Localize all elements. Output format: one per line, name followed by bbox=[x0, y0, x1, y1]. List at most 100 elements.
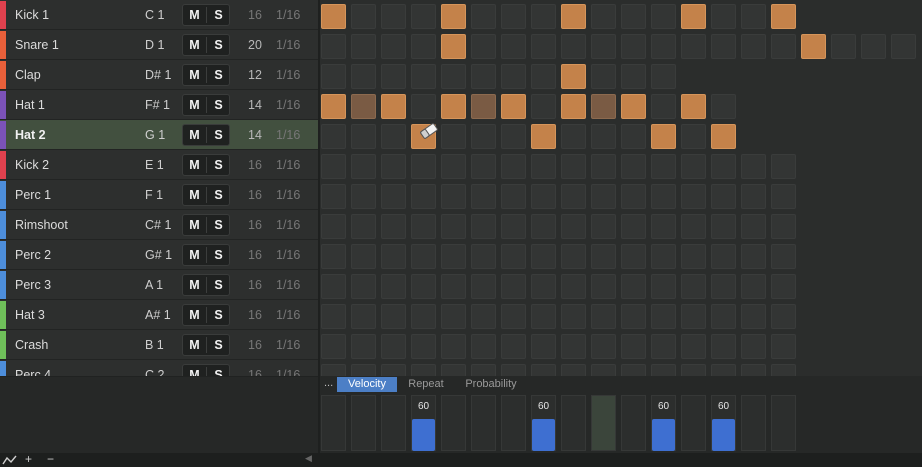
step-off[interactable] bbox=[651, 304, 676, 329]
step-off[interactable] bbox=[741, 364, 766, 376]
track-length[interactable]: 20 bbox=[246, 38, 264, 52]
track-note[interactable]: B 1 bbox=[145, 338, 164, 352]
step-off[interactable] bbox=[321, 334, 346, 359]
mute-button[interactable]: M bbox=[183, 68, 206, 82]
step-off[interactable] bbox=[351, 64, 376, 89]
step-off[interactable] bbox=[561, 244, 586, 269]
step-off[interactable] bbox=[651, 334, 676, 359]
step-off[interactable] bbox=[621, 34, 646, 59]
step-off[interactable] bbox=[441, 304, 466, 329]
track-resolution[interactable]: 1/16 bbox=[276, 68, 300, 82]
step-off[interactable] bbox=[471, 64, 496, 89]
step-on[interactable] bbox=[441, 4, 466, 29]
step-off[interactable] bbox=[441, 214, 466, 239]
step-off[interactable] bbox=[321, 154, 346, 179]
solo-button[interactable]: S bbox=[207, 278, 230, 292]
step-off[interactable] bbox=[621, 4, 646, 29]
velocity-slot[interactable] bbox=[591, 395, 616, 451]
mute-button[interactable]: M bbox=[183, 308, 206, 322]
step-off[interactable] bbox=[381, 304, 406, 329]
step-grid[interactable] bbox=[320, 0, 922, 376]
step-off[interactable] bbox=[531, 64, 556, 89]
step-off[interactable] bbox=[321, 214, 346, 239]
step-off[interactable] bbox=[351, 4, 376, 29]
step-off[interactable] bbox=[711, 304, 736, 329]
step-off[interactable] bbox=[471, 154, 496, 179]
step-on[interactable] bbox=[801, 34, 826, 59]
track-length[interactable]: 16 bbox=[246, 308, 264, 322]
step-off[interactable] bbox=[501, 34, 526, 59]
solo-button[interactable]: S bbox=[207, 308, 230, 322]
track-row[interactable]: Kick 2 E 1 M S 16 1/16 bbox=[0, 150, 318, 180]
step-off[interactable] bbox=[471, 244, 496, 269]
track-resolution[interactable]: 1/16 bbox=[276, 98, 300, 112]
step-off[interactable] bbox=[501, 244, 526, 269]
track-note[interactable]: C 2 bbox=[145, 368, 164, 376]
step-off[interactable] bbox=[441, 364, 466, 376]
step-off[interactable] bbox=[741, 214, 766, 239]
step-off[interactable] bbox=[711, 4, 736, 29]
step-off[interactable] bbox=[411, 154, 436, 179]
step-on[interactable] bbox=[621, 94, 646, 119]
step-off[interactable] bbox=[561, 124, 586, 149]
solo-button[interactable]: S bbox=[207, 38, 230, 52]
step-off[interactable] bbox=[681, 154, 706, 179]
step-off[interactable] bbox=[741, 244, 766, 269]
step-off[interactable] bbox=[381, 244, 406, 269]
step-off[interactable] bbox=[711, 334, 736, 359]
step-off[interactable] bbox=[351, 274, 376, 299]
step-off[interactable] bbox=[411, 64, 436, 89]
mute-button[interactable]: M bbox=[183, 128, 206, 142]
step-off[interactable] bbox=[711, 214, 736, 239]
step-off[interactable] bbox=[711, 184, 736, 209]
step-on[interactable] bbox=[771, 4, 796, 29]
step-off[interactable] bbox=[771, 364, 796, 376]
step-off[interactable] bbox=[561, 34, 586, 59]
step-off[interactable] bbox=[321, 34, 346, 59]
solo-button[interactable]: S bbox=[207, 368, 230, 376]
step-off[interactable] bbox=[351, 34, 376, 59]
step-off[interactable] bbox=[591, 364, 616, 376]
step-on[interactable] bbox=[651, 124, 676, 149]
solo-button[interactable]: S bbox=[207, 128, 230, 142]
step-off[interactable] bbox=[321, 304, 346, 329]
step-off[interactable] bbox=[561, 214, 586, 239]
track-resolution[interactable]: 1/16 bbox=[276, 128, 300, 142]
track-resolution[interactable]: 1/16 bbox=[276, 218, 300, 232]
track-length[interactable]: 16 bbox=[246, 248, 264, 262]
step-off[interactable] bbox=[501, 64, 526, 89]
track-note[interactable]: F 1 bbox=[145, 188, 163, 202]
step-off[interactable] bbox=[711, 274, 736, 299]
step-off[interactable] bbox=[771, 214, 796, 239]
step-on[interactable] bbox=[591, 94, 616, 119]
mute-button[interactable]: M bbox=[183, 8, 206, 22]
step-off[interactable] bbox=[411, 304, 436, 329]
step-off[interactable] bbox=[591, 64, 616, 89]
velocity-lane[interactable]: 60 60 60 60 bbox=[320, 393, 922, 453]
step-off[interactable] bbox=[771, 274, 796, 299]
velocity-slot[interactable] bbox=[471, 395, 496, 451]
step-off[interactable] bbox=[501, 274, 526, 299]
velocity-slot[interactable] bbox=[741, 395, 766, 451]
step-off[interactable] bbox=[621, 364, 646, 376]
step-off[interactable] bbox=[591, 124, 616, 149]
track-row[interactable]: Kick 1 C 1 M S 16 1/16 bbox=[0, 0, 318, 30]
step-off[interactable] bbox=[681, 214, 706, 239]
track-resolution[interactable]: 1/16 bbox=[276, 278, 300, 292]
track-row[interactable]: Perc 4 C 2 M S 16 1/16 bbox=[0, 360, 318, 376]
step-off[interactable] bbox=[531, 184, 556, 209]
step-off[interactable] bbox=[531, 364, 556, 376]
step-off[interactable] bbox=[681, 334, 706, 359]
step-off[interactable] bbox=[771, 34, 796, 59]
step-off[interactable] bbox=[621, 304, 646, 329]
step-off[interactable] bbox=[561, 154, 586, 179]
add-button[interactable]: + bbox=[25, 452, 32, 466]
step-off[interactable] bbox=[711, 154, 736, 179]
step-off[interactable] bbox=[351, 154, 376, 179]
step-off[interactable] bbox=[411, 334, 436, 359]
track-length[interactable]: 16 bbox=[246, 218, 264, 232]
step-off[interactable] bbox=[531, 214, 556, 239]
solo-button[interactable]: S bbox=[207, 188, 230, 202]
step-off[interactable] bbox=[381, 154, 406, 179]
step-off[interactable] bbox=[621, 124, 646, 149]
